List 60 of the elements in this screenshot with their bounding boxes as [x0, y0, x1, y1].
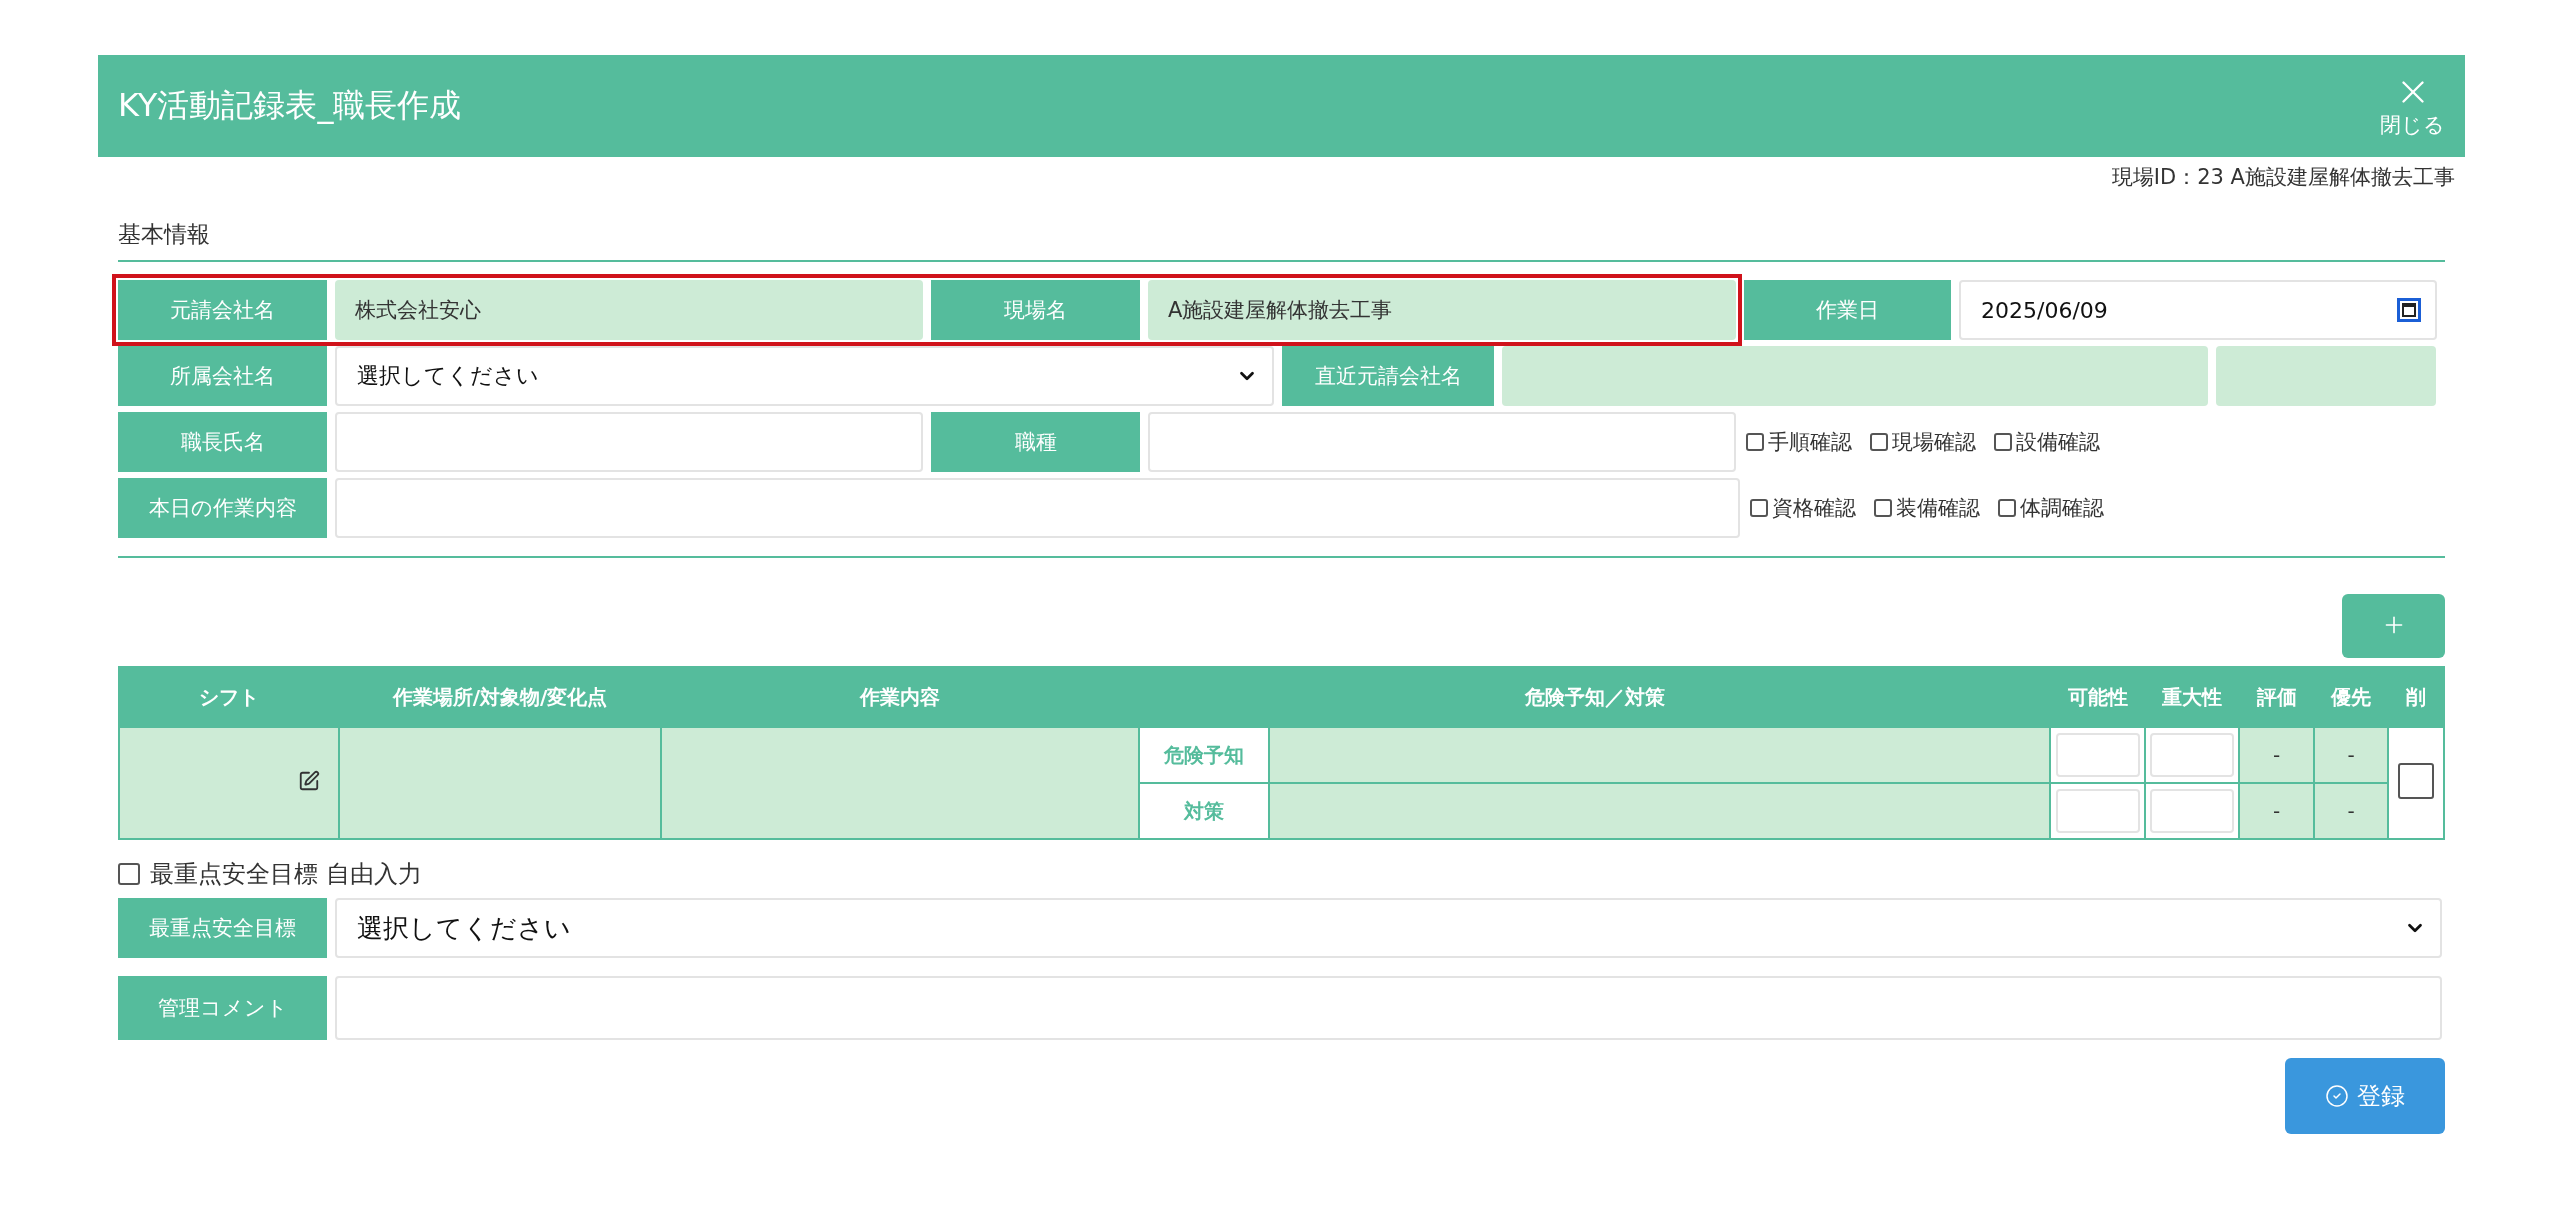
checkbox[interactable]	[1870, 433, 1888, 451]
check-circle-icon	[2325, 1084, 2349, 1108]
checkbox-label[interactable]: 現場確認	[1870, 428, 1976, 456]
checkbox[interactable]	[1874, 499, 1892, 517]
column-header: 削	[2388, 667, 2444, 727]
column-header: 優先	[2314, 667, 2388, 727]
calendar-icon[interactable]	[2397, 298, 2421, 322]
checkbox[interactable]	[118, 863, 140, 885]
checkbox[interactable]	[1998, 499, 2016, 517]
checkbox-label[interactable]: 最重点安全目標 自由入力	[118, 858, 2445, 890]
date-field[interactable]: 2025/06/09	[1959, 280, 2437, 340]
row-label: 対策	[1139, 783, 1269, 839]
field-label: 元請会社名	[118, 280, 327, 340]
column-header: 作業内容	[661, 667, 1139, 727]
input-field[interactable]	[2055, 789, 2140, 833]
field-label: 現場名	[931, 280, 1140, 340]
field-label: 本日の作業内容	[118, 478, 327, 538]
field-label: 職種	[931, 412, 1140, 472]
readonly-field: A施設建屋解体撤去工事	[1148, 280, 1736, 340]
field-label: 所属会社名	[118, 346, 327, 406]
input-field[interactable]	[1148, 412, 1736, 472]
field-label: 管理コメント	[118, 976, 327, 1040]
table-cell: -	[2239, 727, 2314, 783]
column-header: シフト	[119, 667, 339, 727]
column-header: 危険予知／対策	[1139, 667, 2050, 727]
input-field[interactable]	[2150, 789, 2234, 833]
checkbox[interactable]	[1750, 499, 1768, 517]
select-field[interactable]: 選択してください	[335, 346, 1274, 406]
table-cell: -	[2314, 727, 2388, 783]
input-field[interactable]	[2055, 733, 2140, 777]
site-id: 現場ID：23 A施設建屋解体撤去工事	[2110, 164, 2455, 191]
field-label: 直近元請会社名	[1282, 346, 1494, 406]
window-title: KY活動記録表_職長作成	[118, 85, 462, 126]
input-field[interactable]	[2150, 733, 2234, 777]
input-field[interactable]	[335, 412, 923, 472]
checkbox[interactable]	[1994, 433, 2012, 451]
table-cell: -	[2239, 783, 2314, 839]
section-title: 基本情報	[118, 219, 2445, 262]
column-header: 重大性	[2145, 667, 2239, 727]
input-field[interactable]	[335, 478, 1740, 538]
column-header: 評価	[2239, 667, 2314, 727]
input-field[interactable]	[335, 976, 2442, 1040]
readonly-field: 株式会社安心	[335, 280, 923, 340]
checkbox-label[interactable]: 装備確認	[1874, 494, 1980, 522]
checkbox-label[interactable]: 体調確認	[1998, 494, 2104, 522]
checkbox-label[interactable]: 手順確認	[1746, 428, 1852, 456]
field-label: 最重点安全目標	[118, 898, 327, 958]
checkbox[interactable]	[1746, 433, 1764, 451]
column-header: 可能性	[2050, 667, 2145, 727]
column-header: 作業場所/対象物/変化点	[339, 667, 661, 727]
edit-icon	[298, 769, 320, 792]
delete-checkbox[interactable]	[2398, 762, 2434, 799]
select-field[interactable]: 選択してください	[335, 898, 2442, 958]
row-label: 危険予知	[1139, 727, 1269, 783]
field-label: 職長氏名	[118, 412, 327, 472]
checkbox-label[interactable]: 設備確認	[1994, 428, 2100, 456]
table-cell[interactable]	[119, 727, 339, 839]
field-label: 作業日	[1744, 280, 1951, 340]
checkbox-label[interactable]: 資格確認	[1750, 494, 1856, 522]
table-cell: -	[2314, 783, 2388, 839]
